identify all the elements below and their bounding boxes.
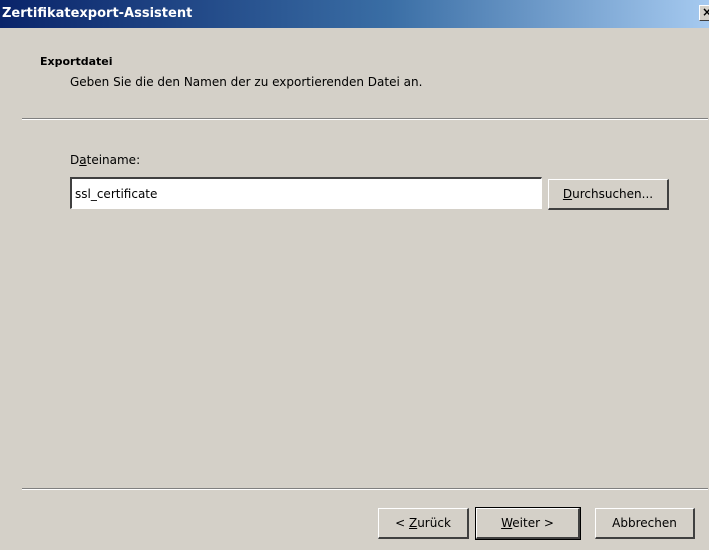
back-button[interactable]: < Zurück [378, 508, 469, 539]
footer-separator [22, 488, 708, 490]
filename-label: Dateiname: [70, 153, 141, 167]
header-separator [22, 118, 708, 120]
next-button[interactable]: Weiter > [475, 507, 581, 540]
wizard-header: Exportdatei Geben Sie die den Namen der … [0, 28, 709, 120]
cancel-button[interactable]: Abbrechen [595, 508, 695, 539]
close-icon: × [702, 6, 709, 19]
browse-button[interactable]: Durchsuchen... [548, 179, 669, 210]
window-title: Zertifikatexport-Assistent [2, 6, 193, 21]
page-subtitle: Geben Sie die den Namen der zu exportier… [70, 75, 423, 89]
filename-input[interactable] [70, 177, 542, 209]
close-button[interactable]: × [699, 5, 709, 21]
page-title: Exportdatei [40, 55, 113, 68]
title-bar[interactable]: Zertifikatexport-Assistent × [0, 0, 709, 28]
